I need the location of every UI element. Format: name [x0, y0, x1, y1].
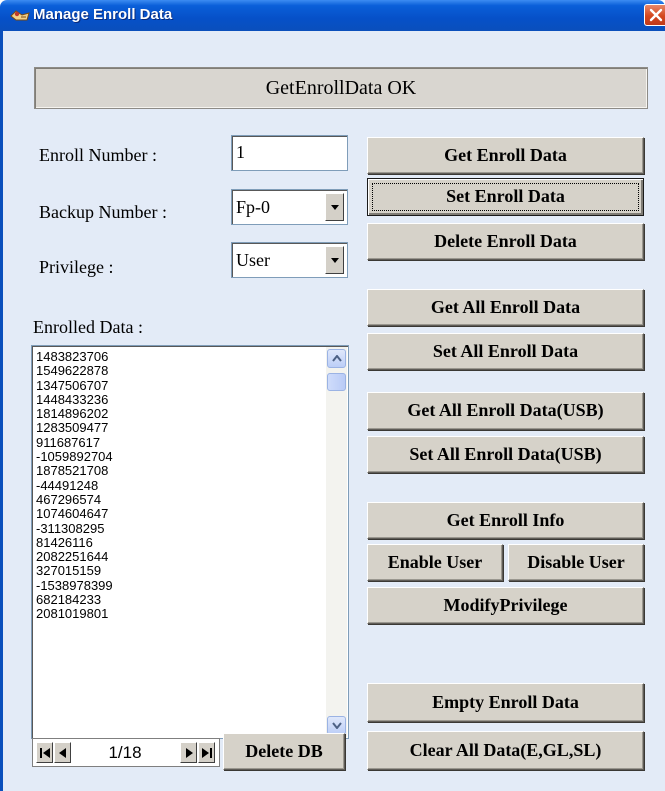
chevron-down-icon[interactable]: [325, 193, 344, 221]
first-icon[interactable]: [36, 742, 53, 763]
enroll-number-label: Enroll Number :: [39, 145, 157, 165]
enrolled-data-items: 1483823706 1549622878 1347506707 1448433236…: [36, 349, 322, 622]
get-enroll-data-button[interactable]: Get Enroll Data: [367, 137, 644, 174]
list-item[interactable]: 2082251644: [36, 549, 322, 564]
page-indicator: 1/18: [108, 743, 142, 762]
backup-number-value: Fp-0: [236, 197, 271, 217]
get-all-enroll-data-button[interactable]: Get All Enroll Data: [367, 289, 644, 326]
list-item[interactable]: 911687617: [36, 435, 322, 450]
privilege-value: User: [236, 250, 270, 270]
backup-number-label: Backup Number :: [39, 202, 167, 222]
chevron-down-icon[interactable]: [325, 246, 344, 274]
set-all-enroll-data-usb-button[interactable]: Set All Enroll Data(USB): [367, 436, 644, 473]
scroll-up-icon[interactable]: [327, 349, 346, 368]
privilege-select[interactable]: User: [231, 242, 348, 278]
get-enroll-info-button[interactable]: Get Enroll Info: [367, 502, 644, 539]
enable-user-button[interactable]: Enable User: [367, 544, 503, 581]
client-area: GetEnrollData OK Enroll Number : 1 Backu…: [0, 31, 665, 791]
list-item[interactable]: 1283509477: [36, 421, 322, 436]
status-message: GetEnrollData OK: [34, 67, 648, 109]
app-icon: [10, 7, 30, 23]
list-item[interactable]: 1549622878: [36, 363, 322, 378]
list-item[interactable]: 682184233: [36, 592, 322, 607]
list-item[interactable]: -1059892704: [36, 449, 322, 464]
record-navigator: 1/18: [32, 738, 220, 767]
modify-privilege-button[interactable]: ModifyPrivilege: [367, 587, 644, 624]
enrolled-data-label: Enrolled Data :: [33, 317, 143, 337]
list-item[interactable]: 1448433236: [36, 392, 322, 407]
privilege-label: Privilege :: [39, 257, 114, 277]
title-bar[interactable]: Manage Enroll Data: [0, 0, 665, 31]
set-enroll-data-button[interactable]: Set Enroll Data: [367, 178, 644, 216]
list-item[interactable]: 1814896202: [36, 406, 322, 421]
delete-enroll-data-button[interactable]: Delete Enroll Data: [367, 223, 644, 260]
list-item[interactable]: -1538978399: [36, 578, 322, 593]
list-item[interactable]: 1074604647: [36, 506, 322, 521]
clear-all-data-button[interactable]: Clear All Data(E,GL,SL): [367, 731, 644, 770]
close-icon[interactable]: [644, 4, 665, 26]
list-item[interactable]: 2081019801: [36, 607, 322, 622]
list-item[interactable]: 1483823706: [36, 349, 322, 364]
list-item[interactable]: 1347506707: [36, 378, 322, 393]
get-all-enroll-data-usb-button[interactable]: Get All Enroll Data(USB): [367, 392, 644, 430]
backup-number-select[interactable]: Fp-0: [231, 189, 348, 225]
window-title: Manage Enroll Data: [33, 6, 173, 23]
last-icon[interactable]: [198, 742, 215, 763]
empty-enroll-data-button[interactable]: Empty Enroll Data: [367, 683, 644, 722]
list-item[interactable]: 81426116: [36, 535, 322, 550]
set-all-enroll-data-button[interactable]: Set All Enroll Data: [367, 333, 644, 370]
list-item[interactable]: 327015159: [36, 564, 322, 579]
next-icon[interactable]: [180, 742, 197, 763]
vertical-scrollbar[interactable]: [326, 347, 347, 737]
list-item[interactable]: -44491248: [36, 478, 322, 493]
enroll-number-input[interactable]: 1: [231, 135, 348, 171]
focus-rectangle: [372, 183, 639, 211]
list-item[interactable]: 467296574: [36, 492, 322, 507]
disable-user-button[interactable]: Disable User: [508, 544, 644, 581]
scroll-thumb[interactable]: [327, 373, 346, 391]
list-item[interactable]: -311308295: [36, 521, 322, 536]
delete-db-button[interactable]: Delete DB: [223, 733, 345, 770]
enrolled-data-list[interactable]: 1483823706 1549622878 1347506707 1448433236…: [31, 345, 349, 739]
list-item[interactable]: 1878521708: [36, 464, 322, 479]
prev-icon[interactable]: [54, 742, 71, 763]
